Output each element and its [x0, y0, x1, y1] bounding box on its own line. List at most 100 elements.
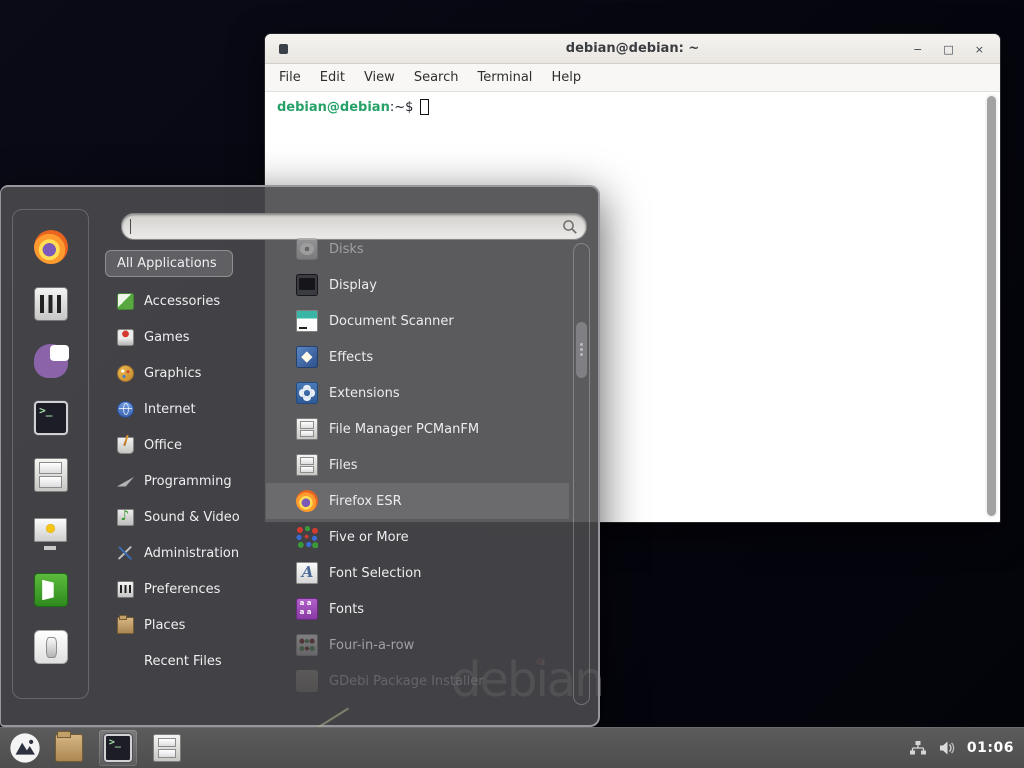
window-controls: − □ ×	[913, 34, 984, 64]
network-icon[interactable]	[909, 740, 927, 756]
app-four-in-a-row[interactable]: Four-in-a-row	[266, 627, 569, 663]
favorite-file-cabinet[interactable]	[34, 458, 68, 496]
taskbar-launcher-file-cabinet[interactable]	[148, 730, 186, 766]
session-shut-down[interactable]	[34, 630, 68, 668]
app-list-scrollbar-thumb[interactable]	[576, 322, 587, 378]
app-files[interactable]: Files	[266, 447, 569, 483]
terminal-menu-file[interactable]: File	[279, 70, 301, 85]
prompt-path: :~$	[390, 100, 414, 115]
app-five-or-more[interactable]: Five or More	[266, 519, 569, 555]
system-tray: 01:06	[909, 740, 1014, 756]
window-title: debian@debian: ~	[265, 41, 1000, 56]
display-icon	[296, 274, 318, 296]
category-office[interactable]: Office	[105, 427, 265, 463]
app-font-selection[interactable]: Font Selection	[266, 555, 569, 591]
category-accessories[interactable]: Accessories	[105, 283, 265, 319]
app-disks[interactable]: Disks	[266, 231, 569, 267]
clock[interactable]: 01:06	[967, 740, 1014, 756]
file-cabinet-icon	[34, 458, 68, 492]
app-display[interactable]: Display	[266, 267, 569, 303]
terminal-scrollbar-thumb[interactable]	[987, 96, 996, 516]
internet-icon	[117, 401, 134, 418]
session-lock-screen[interactable]	[34, 516, 68, 554]
window-control-maximize[interactable]: □	[943, 44, 953, 55]
category-internet[interactable]: Internet	[105, 391, 265, 427]
app-list-scrollbar[interactable]	[573, 243, 590, 705]
category-graphics[interactable]: Graphics	[105, 355, 265, 391]
application-list: Disks Display Document Scanner Effects E…	[266, 231, 569, 699]
window-control-minimize[interactable]: −	[913, 44, 922, 55]
session-log-out[interactable]	[34, 573, 68, 611]
file-cabinet-icon	[296, 418, 318, 440]
desktop: debian debian@debian: ~ −□× FileEditView…	[0, 0, 1024, 768]
category-programming[interactable]: Programming	[105, 463, 265, 499]
file-cabinet-icon	[153, 734, 181, 762]
terminal-menubar: File Edit View Search Terminal Help	[265, 64, 1000, 92]
app-effects[interactable]: Effects	[266, 339, 569, 375]
category-preferences[interactable]: Preferences	[105, 571, 265, 607]
preferences-icon	[117, 581, 134, 598]
terminal-menu-terminal[interactable]: Terminal	[477, 70, 532, 85]
terminal-titlebar[interactable]: debian@debian: ~ − □ ×	[265, 34, 1000, 64]
favorite-pidgin[interactable]	[34, 344, 68, 382]
app-document-scanner[interactable]: Document Scanner	[266, 303, 569, 339]
category-places[interactable]: Places	[105, 607, 265, 643]
terminal-prompt: debian@debian:~$	[277, 99, 429, 115]
file-cabinet-icon	[296, 454, 318, 476]
games-icon	[117, 329, 134, 346]
administration-icon	[117, 545, 134, 562]
taskbar-launchers	[50, 730, 186, 766]
taskbar: 01:06	[0, 727, 1024, 768]
folder-icon	[55, 734, 83, 762]
terminal-menu-view[interactable]: View	[364, 70, 395, 85]
document-scanner-icon	[296, 310, 318, 332]
taskbar-launcher-folder[interactable]	[50, 730, 88, 766]
font-selection-icon	[296, 562, 318, 584]
terminal-menu-edit[interactable]: Edit	[320, 70, 345, 85]
favorites-panel	[12, 209, 89, 699]
text-caret	[130, 219, 131, 234]
effects-icon	[296, 346, 318, 368]
app-fonts[interactable]: Fonts	[266, 591, 569, 627]
favorite-settings[interactable]	[34, 287, 68, 325]
office-icon	[117, 437, 134, 454]
favorite-apps	[34, 230, 68, 496]
terminal-icon	[34, 401, 68, 435]
accessories-icon	[117, 293, 134, 310]
category-recent-files[interactable]: Recent Files	[105, 643, 265, 679]
favorite-terminal[interactable]	[34, 401, 68, 439]
menu-button[interactable]	[8, 731, 42, 765]
application-menu: All Applications Accessories Games Graph…	[0, 185, 600, 727]
five-or-more-icon	[296, 526, 318, 548]
terminal-menu-help[interactable]: Help	[551, 70, 581, 85]
category-sound-video[interactable]: Sound & Video	[105, 499, 265, 535]
category-games[interactable]: Games	[105, 319, 265, 355]
programming-icon	[117, 473, 134, 490]
firefox-icon	[296, 490, 318, 512]
app-firefox-esr[interactable]: Firefox ESR	[266, 483, 569, 519]
menu-logo-icon	[8, 731, 42, 765]
favorite-firefox[interactable]	[34, 230, 68, 268]
firefox-icon	[34, 230, 68, 264]
gdebi-icon	[296, 670, 318, 692]
folder-icon	[117, 617, 134, 634]
prompt-user-host: debian@debian	[277, 100, 390, 115]
lock-screen-icon	[34, 516, 68, 550]
terminal-scrollbar[interactable]	[985, 94, 998, 518]
category-administration[interactable]: Administration	[105, 535, 265, 571]
terminal-menu-search[interactable]: Search	[414, 70, 459, 85]
taskbar-launcher-terminal[interactable]	[99, 730, 137, 766]
app-extensions[interactable]: Extensions	[266, 375, 569, 411]
terminal-icon	[104, 734, 132, 762]
window-control-close[interactable]: ×	[975, 44, 984, 55]
window-icon	[279, 44, 288, 54]
fonts-icon	[296, 598, 318, 620]
category-all-applications[interactable]: All Applications	[105, 250, 233, 277]
disks-icon	[296, 238, 318, 260]
terminal-cursor	[420, 99, 429, 115]
app-file-manager-pcmanfm[interactable]: File Manager PCManFM	[266, 411, 569, 447]
log-out-icon	[34, 573, 68, 607]
app-gdebi-package-installer[interactable]: GDebi Package Installer	[266, 663, 569, 699]
volume-icon[interactable]	[938, 740, 956, 756]
pidgin-icon	[34, 344, 68, 378]
